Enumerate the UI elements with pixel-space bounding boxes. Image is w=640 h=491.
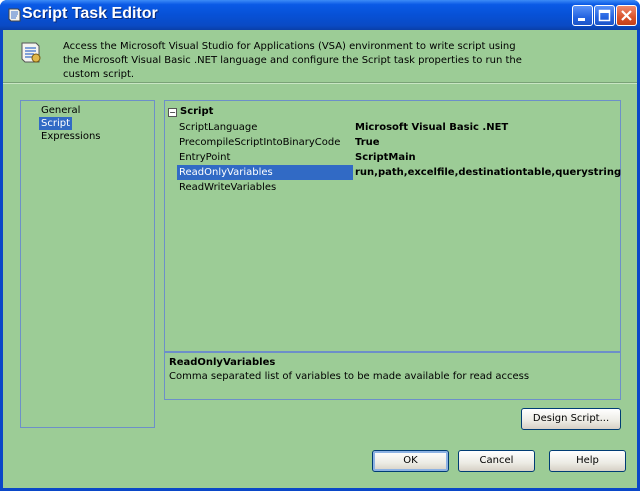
script-task-icon — [21, 42, 41, 63]
dialog-window: Script Task Editor Access the Microsoft … — [0, 0, 640, 491]
maximize-button[interactable] — [594, 5, 615, 26]
nav-item-general[interactable]: General — [39, 104, 82, 117]
property-name[interactable]: ScriptLanguage — [177, 120, 353, 135]
help-button[interactable]: Help — [549, 450, 626, 472]
page-list: General Script Expressions — [20, 100, 155, 428]
property-value[interactable]: Microsoft Visual Basic .NET — [355, 120, 508, 135]
header-description: Access the Microsoft Visual Studio for A… — [63, 41, 522, 80]
property-description-panel: ReadOnlyVariables Comma separated list o… — [164, 352, 621, 400]
property-name[interactable]: ReadOnlyVariables — [177, 165, 353, 180]
category-row[interactable]: − Script — [165, 105, 620, 119]
collapse-icon[interactable]: − — [168, 108, 177, 117]
maximize-icon — [598, 9, 611, 22]
property-name[interactable]: PrecompileScriptIntoBinaryCode — [177, 135, 353, 150]
property-value[interactable]: True — [355, 135, 380, 150]
script-task-icon — [8, 8, 21, 22]
property-name[interactable]: ReadWriteVariables — [177, 180, 353, 195]
minimize-button[interactable] — [572, 5, 593, 26]
close-icon — [621, 10, 632, 21]
header-separator — [3, 82, 637, 84]
property-value[interactable]: run,path,excelfile,destinationtable,quer… — [355, 165, 621, 180]
header-band: Access the Microsoft Visual Studio for A… — [3, 30, 637, 80]
property-value[interactable]: ScriptMain — [355, 150, 416, 165]
property-row[interactable]: PrecompileScriptIntoBinaryCode True — [165, 135, 620, 150]
property-row[interactable]: EntryPoint ScriptMain — [165, 150, 620, 165]
property-grid: − Script ScriptLanguage Microsoft Visual… — [164, 100, 621, 352]
property-row[interactable]: ScriptLanguage Microsoft Visual Basic .N… — [165, 120, 620, 135]
ok-button[interactable]: OK — [372, 450, 449, 472]
property-row[interactable]: ReadWriteVariables — [165, 180, 620, 195]
cancel-button[interactable]: Cancel — [458, 450, 535, 472]
description-title: ReadOnlyVariables — [169, 357, 276, 368]
category-label: Script — [180, 106, 214, 117]
property-row-selected[interactable]: ReadOnlyVariables run,path,excelfile,des… — [165, 165, 621, 180]
property-name[interactable]: EntryPoint — [177, 150, 353, 165]
close-button[interactable] — [616, 5, 637, 26]
design-script-button[interactable]: Design Script... — [521, 408, 621, 430]
nav-item-script[interactable]: Script — [39, 117, 73, 130]
title-bar[interactable]: Script Task Editor — [0, 0, 640, 30]
nav-item-expressions[interactable]: Expressions — [39, 130, 103, 143]
description-body: Comma separated list of variables to be … — [169, 371, 530, 382]
minimize-icon — [578, 18, 585, 21]
dialog-body: Access the Microsoft Visual Studio for A… — [3, 30, 637, 488]
window-title: Script Task Editor — [22, 5, 158, 22]
